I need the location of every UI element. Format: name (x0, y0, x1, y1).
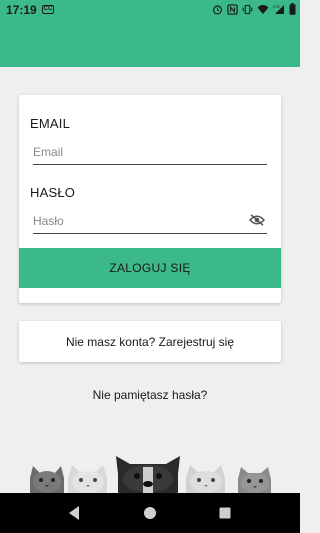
app-bar (0, 20, 300, 67)
email-field-wrapper (33, 141, 267, 165)
vibrate-icon (242, 4, 253, 14)
login-button[interactable]: ZALOGUJ SIĘ (19, 248, 281, 288)
back-icon[interactable] (67, 505, 81, 521)
email-label: EMAIL (30, 116, 71, 131)
alarm-icon (212, 4, 223, 14)
home-icon[interactable] (143, 505, 157, 521)
register-link[interactable]: Nie masz konta? Zarejestruj się (66, 335, 234, 349)
cat-image (186, 465, 225, 493)
dog-image (116, 456, 180, 493)
password-field-wrapper (33, 210, 267, 234)
battery-icon (289, 3, 296, 15)
recents-icon[interactable] (218, 505, 232, 521)
status-bar: 17:19 CC LTE (0, 0, 300, 20)
status-time: 17:19 (6, 3, 37, 17)
signal-lte-icon: LTE (273, 4, 284, 14)
pets-illustration (30, 456, 271, 493)
email-field[interactable] (33, 141, 267, 163)
register-card[interactable]: Nie masz konta? Zarejestruj się (19, 321, 281, 362)
visibility-off-icon[interactable] (249, 214, 265, 226)
password-field[interactable] (33, 210, 243, 232)
nfc-icon (227, 3, 238, 15)
caption-badge: CC (42, 5, 54, 14)
login-card: EMAIL HASŁO ZALOGUJ SIĘ (19, 95, 281, 303)
cat-image (238, 467, 271, 493)
cat-image (68, 465, 107, 493)
wifi-icon (257, 4, 269, 14)
cat-image (30, 466, 64, 493)
network-label: LTE (273, 4, 280, 9)
password-label: HASŁO (30, 185, 76, 200)
navigation-bar (0, 493, 300, 533)
status-icons: LTE (212, 3, 296, 15)
forgot-password-link[interactable]: Nie pamiętasz hasła? (0, 388, 300, 402)
